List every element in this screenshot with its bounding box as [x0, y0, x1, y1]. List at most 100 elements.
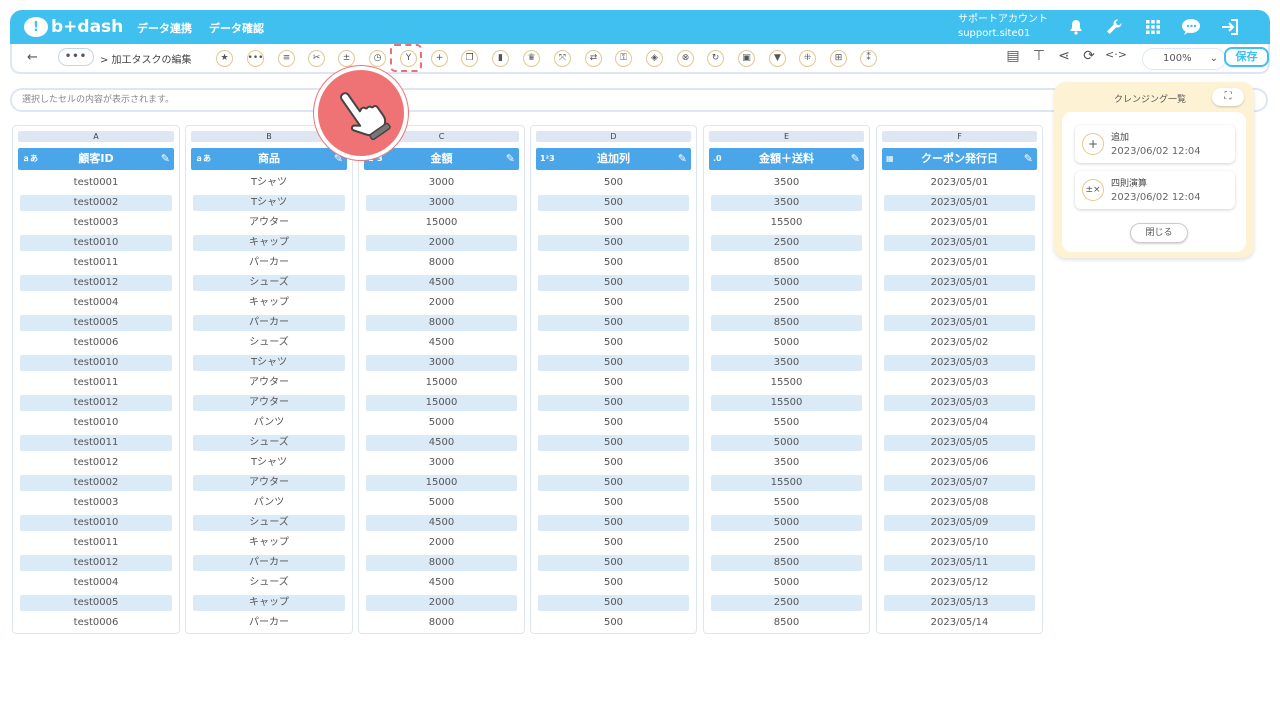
table-cell[interactable]: 5000	[711, 275, 862, 291]
table-cell[interactable]: 500	[538, 415, 689, 431]
column-header[interactable]: ａあ 商品 ✎	[191, 148, 347, 170]
table-cell[interactable]: 8000	[366, 255, 517, 271]
table-cell[interactable]: test0004	[20, 575, 172, 591]
table-cell[interactable]: 4500	[366, 435, 517, 451]
table-cell[interactable]: パーカー	[193, 315, 345, 331]
table-cell[interactable]: アウター	[193, 375, 345, 391]
table-cell[interactable]: 8500	[711, 555, 862, 571]
column-header[interactable]: ａあ 顧客ID ✎	[18, 148, 174, 170]
table-cell[interactable]: test0012	[20, 275, 172, 291]
table-cell[interactable]: 500	[538, 215, 689, 231]
table-cell[interactable]: 2023/05/09	[884, 515, 1035, 531]
more-dots-icon[interactable]: •••	[247, 50, 264, 67]
table-cell[interactable]: 2023/05/08	[884, 495, 1035, 511]
table-cell[interactable]: 3500	[711, 175, 862, 191]
table-cell[interactable]: キャップ	[193, 535, 345, 551]
table-cell[interactable]: 500	[538, 355, 689, 371]
table-cell[interactable]: アウター	[193, 395, 345, 411]
table-cell[interactable]: 3000	[366, 175, 517, 191]
table-cell[interactable]: 2023/05/01	[884, 215, 1035, 231]
table-cell[interactable]: 500	[538, 375, 689, 391]
more-menu-button[interactable]: •••	[58, 48, 94, 66]
table-cell[interactable]: 15000	[366, 215, 517, 231]
column-letter[interactable]: A	[18, 131, 174, 142]
table-cell[interactable]: 4500	[366, 515, 517, 531]
table-cell[interactable]: パーカー	[193, 615, 345, 631]
table-cell[interactable]: 500	[538, 315, 689, 331]
table-cell[interactable]: 2023/05/05	[884, 435, 1035, 451]
table-cell[interactable]: 2023/05/01	[884, 195, 1035, 211]
table-cell[interactable]: 500	[538, 615, 689, 631]
table-cell[interactable]: 15500	[711, 215, 862, 231]
unlock-icon[interactable]: ⚿	[615, 50, 632, 67]
column-header[interactable]: ▦ クーポン発行日 ✎	[882, 148, 1037, 170]
file-refresh-icon[interactable]: ⟳	[1080, 48, 1098, 64]
add-icon[interactable]: +	[431, 50, 448, 67]
crown-icon[interactable]: ♛	[523, 50, 540, 67]
table-cell[interactable]: test0005	[20, 595, 172, 611]
table-cell[interactable]: キャップ	[193, 235, 345, 251]
close-button[interactable]: 閉じる	[1130, 223, 1188, 243]
replace-icon[interactable]: ↻	[707, 50, 724, 67]
table-cell[interactable]: 500	[538, 515, 689, 531]
wrench-icon[interactable]	[1103, 16, 1125, 38]
table-cell[interactable]: 2023/05/03	[884, 395, 1035, 411]
table-cell[interactable]: test0006	[20, 615, 172, 631]
table-cell[interactable]: Tシャツ	[193, 355, 345, 371]
clipboard-icon[interactable]: ▤	[1004, 48, 1022, 64]
table-cell[interactable]: 500	[538, 255, 689, 271]
trash-icon[interactable]: ▮	[492, 50, 509, 67]
pencil-icon[interactable]: ✎	[161, 148, 170, 170]
table-cell[interactable]: シューズ	[193, 435, 345, 451]
column-header[interactable]: 1²3 追加列 ✎	[536, 148, 691, 170]
table-cell[interactable]: 8500	[711, 255, 862, 271]
grid-menu-icon[interactable]	[1142, 16, 1164, 38]
table-cell[interactable]: 2023/05/13	[884, 595, 1035, 611]
column-letter[interactable]: D	[536, 131, 691, 142]
table-cell[interactable]: アウター	[193, 215, 345, 231]
table-cell[interactable]: test0001	[20, 175, 172, 191]
table-cell[interactable]: 5000	[366, 495, 517, 511]
table-cell[interactable]: 8000	[366, 315, 517, 331]
table-cell[interactable]: 500	[538, 455, 689, 471]
frame-icon[interactable]: ▣	[738, 50, 755, 67]
table-cell[interactable]: 15500	[711, 375, 862, 391]
tag-icon[interactable]: ◈	[646, 50, 663, 67]
star-icon[interactable]: ★	[216, 50, 233, 67]
nav-data-check[interactable]: データ確認	[209, 20, 264, 36]
timer-icon[interactable]: ◷	[369, 50, 386, 67]
table-cell[interactable]: Tシャツ	[193, 175, 345, 191]
column-header[interactable]: .0 金額＋送料 ✎	[709, 148, 864, 170]
table-cell[interactable]: 500	[538, 295, 689, 311]
filter-icon[interactable]: ▼	[769, 50, 786, 67]
table-cell[interactable]: 8500	[711, 615, 862, 631]
table-cell[interactable]: 2023/05/01	[884, 235, 1035, 251]
zoom-select[interactable]: 100% ⌄	[1142, 48, 1226, 70]
table-cell[interactable]: 500	[538, 235, 689, 251]
table-cell[interactable]: 8000	[366, 555, 517, 571]
table-cell[interactable]: 5000	[711, 515, 862, 531]
share-icon[interactable]: ⋖	[1055, 48, 1073, 64]
remove-circle-icon[interactable]: ⊗	[677, 50, 694, 67]
table-cell[interactable]: アウター	[193, 475, 345, 491]
table-cell[interactable]: キャップ	[193, 295, 345, 311]
table-cell[interactable]: シューズ	[193, 335, 345, 351]
table-cell[interactable]: 500	[538, 575, 689, 591]
code-arrows-icon[interactable]: <·>	[1105, 48, 1127, 61]
table-cell[interactable]: 15000	[366, 475, 517, 491]
table-cell[interactable]: test0011	[20, 375, 172, 391]
table-cell[interactable]: 2023/05/01	[884, 295, 1035, 311]
copy-icon[interactable]: ❐	[461, 50, 478, 67]
table-cell[interactable]: test0011	[20, 255, 172, 271]
table-cell[interactable]: 3000	[366, 455, 517, 471]
table-cell[interactable]: test0012	[20, 455, 172, 471]
table-cell[interactable]: test0004	[20, 295, 172, 311]
table-cell[interactable]: 2000	[366, 295, 517, 311]
table-cell[interactable]: 8500	[711, 315, 862, 331]
table-cell[interactable]: パーカー	[193, 555, 345, 571]
table-cell[interactable]: 2023/05/02	[884, 335, 1035, 351]
table-cell[interactable]: パンツ	[193, 415, 345, 431]
table-cell[interactable]: test0011	[20, 435, 172, 451]
table-cell[interactable]: 2000	[366, 535, 517, 551]
table-cell[interactable]: パンツ	[193, 495, 345, 511]
